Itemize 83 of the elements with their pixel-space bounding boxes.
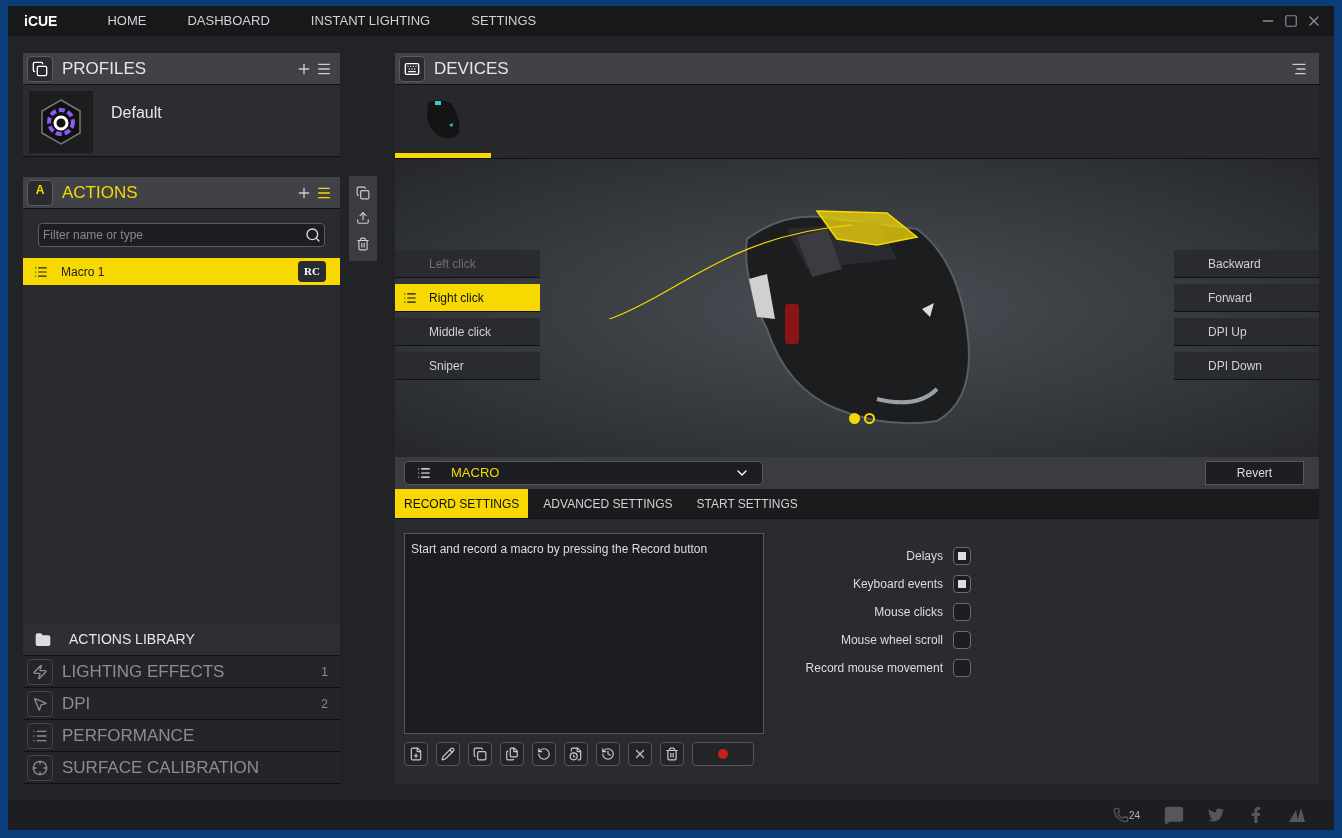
action-item[interactable]: Macro 1 RC xyxy=(23,258,340,285)
settings-tab[interactable]: RECORD SETTINGS xyxy=(395,489,529,518)
keyboard-icon xyxy=(404,60,420,77)
add-step-icon xyxy=(409,747,423,761)
button-assignment[interactable]: Sniper xyxy=(395,352,540,380)
checkbox[interactable] xyxy=(953,575,971,593)
settings-tab[interactable]: START SETTINGS xyxy=(687,489,807,518)
key-badge: RC xyxy=(298,261,326,282)
brand-logo: iCUE xyxy=(24,11,58,31)
import-icon[interactable] xyxy=(356,211,370,226)
history-icon xyxy=(601,747,615,761)
copy-icon xyxy=(32,60,48,77)
library-label: LIGHTING EFFECTS xyxy=(62,660,226,683)
option-label: Mouse clicks xyxy=(874,604,943,621)
actions-icon-tile: A xyxy=(27,179,53,206)
delay-button[interactable] xyxy=(564,742,588,766)
option-label: Keyboard events xyxy=(852,576,943,593)
delay-icon xyxy=(569,747,583,761)
trash-icon[interactable] xyxy=(356,237,370,252)
checkbox[interactable] xyxy=(953,603,971,621)
panel-title: PROFILES xyxy=(62,57,147,80)
add-step-button[interactable] xyxy=(404,742,428,766)
folder-icon xyxy=(35,631,51,648)
paste-button[interactable] xyxy=(500,742,524,766)
button-assignment[interactable]: DPI Up xyxy=(1174,318,1319,346)
option-label: Record mouse movement xyxy=(805,660,943,677)
paste-icon xyxy=(505,747,519,761)
close-button[interactable] xyxy=(628,742,652,766)
record-button[interactable] xyxy=(692,742,754,766)
search-icon[interactable] xyxy=(305,227,321,243)
profile-logo xyxy=(29,91,93,153)
copy-icon[interactable] xyxy=(356,185,370,200)
button-assignment[interactable]: Right click xyxy=(395,284,540,312)
nav-link[interactable]: SETTINGS xyxy=(471,11,537,31)
item-count: 1 xyxy=(321,663,328,681)
panel-title: ACTIONS xyxy=(62,181,138,204)
macro-hint-text: Start and record a macro by pressing the Record button xyxy=(411,541,709,558)
crosshair-icon xyxy=(32,759,48,776)
checkbox[interactable] xyxy=(953,547,971,565)
library-label: PERFORMANCE xyxy=(62,724,196,747)
list-icon xyxy=(34,264,48,279)
pointer-icon xyxy=(32,695,48,712)
nav-link[interactable]: INSTANT LIGHTING xyxy=(310,11,431,31)
library-item[interactable]: PERFORMANCE xyxy=(23,720,340,752)
checkbox[interactable] xyxy=(953,631,971,649)
library-item[interactable]: LIGHTING EFFECTS 1 xyxy=(23,656,340,688)
profile-name: Default xyxy=(111,103,162,123)
undo-button[interactable] xyxy=(532,742,556,766)
filter-field[interactable]: Filter name or type xyxy=(38,223,325,247)
item-count: 2 xyxy=(321,695,328,713)
pencil-button[interactable] xyxy=(436,742,460,766)
action-name: Macro 1 xyxy=(61,263,106,281)
revert-button[interactable]: Revert xyxy=(1205,461,1304,485)
library-label: DPI xyxy=(62,692,92,715)
library-item[interactable]: SURFACE CALIBRATION xyxy=(23,752,340,784)
library-item[interactable]: DPI 2 xyxy=(23,688,340,720)
option-label: Delays xyxy=(906,548,943,565)
copy-icon xyxy=(473,747,487,761)
list-icon xyxy=(417,466,431,480)
button-assignment[interactable]: DPI Down xyxy=(1174,352,1319,380)
maximize-icon[interactable] xyxy=(1284,14,1298,28)
copy-button[interactable] xyxy=(468,742,492,766)
close-icon xyxy=(633,747,647,761)
pencil-icon xyxy=(441,747,455,761)
undo-icon xyxy=(537,747,551,761)
list-icon xyxy=(403,290,417,305)
trash-icon xyxy=(665,747,679,761)
library-label: SURFACE CALIBRATION xyxy=(62,756,261,779)
nav-link[interactable]: DASHBOARD xyxy=(187,11,270,31)
lightning-icon xyxy=(32,663,48,680)
history-button[interactable] xyxy=(596,742,620,766)
button-assignment[interactable]: Middle click xyxy=(395,318,540,346)
settings-tab[interactable]: ADVANCED SETTINGS xyxy=(534,489,682,518)
panel-title: ACTIONS LIBRARY xyxy=(69,630,195,649)
checkbox[interactable] xyxy=(953,659,971,677)
nav-link[interactable]: HOME xyxy=(107,11,147,31)
trash-button[interactable] xyxy=(660,742,684,766)
profile-item[interactable]: Default xyxy=(23,85,340,157)
panel-title: DEVICES xyxy=(434,57,509,80)
button-assignment[interactable]: Backward xyxy=(1174,250,1319,278)
button-assignment[interactable]: Forward xyxy=(1174,284,1319,312)
option-label: Mouse wheel scroll xyxy=(840,632,943,649)
action-type-dropdown[interactable]: MACRO xyxy=(404,461,763,485)
